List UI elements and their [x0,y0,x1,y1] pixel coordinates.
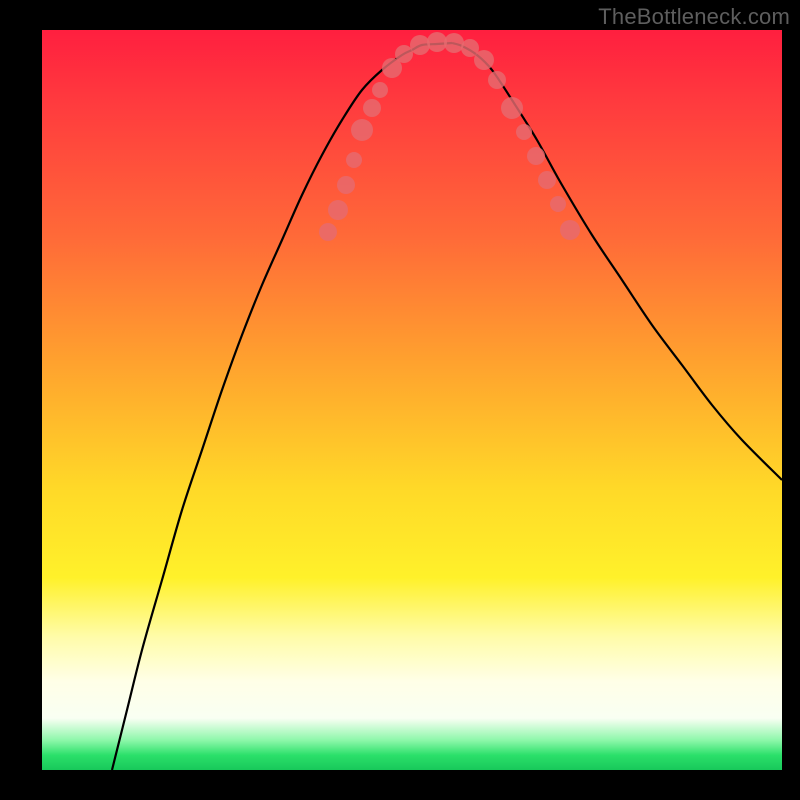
scatter-dot [501,97,523,119]
scatter-dots-group [319,32,580,241]
scatter-dot [516,124,532,140]
scatter-dot [372,82,388,98]
scatter-dot [337,176,355,194]
plot-area [42,30,782,770]
scatter-dot [410,35,430,55]
scatter-dot [550,196,566,212]
scatter-dot [538,171,556,189]
scatter-dot [346,152,362,168]
scatter-dot [488,71,506,89]
scatter-dot [351,119,373,141]
scatter-dot [560,220,580,240]
scatter-dot [427,32,447,52]
left-curve [112,43,452,770]
scatter-dot [328,200,348,220]
scatter-dot [444,33,464,53]
scatter-dot [363,99,381,117]
watermark-label: TheBottleneck.com [598,4,790,30]
curve-svg [42,30,782,770]
scatter-dot [319,223,337,241]
scatter-dot [395,45,413,63]
scatter-dot [527,147,545,165]
chart-frame: TheBottleneck.com [0,0,800,800]
scatter-dot [474,50,494,70]
